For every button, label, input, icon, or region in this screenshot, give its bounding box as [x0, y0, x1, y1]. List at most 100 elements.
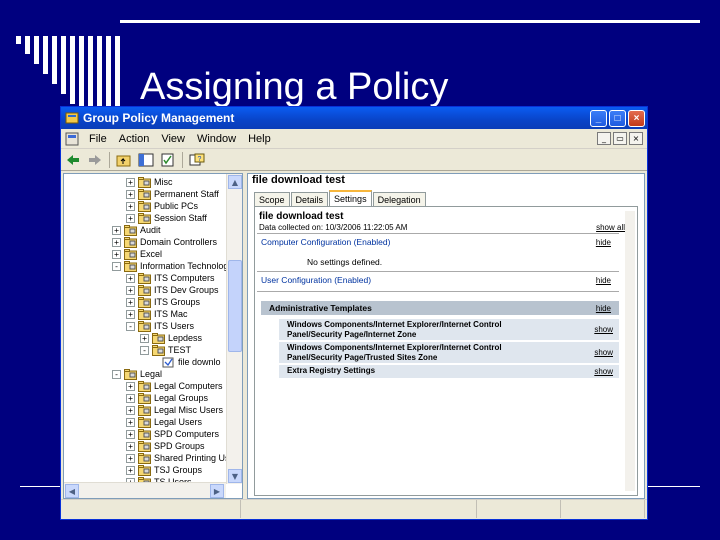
menu-file[interactable]: File	[83, 133, 113, 145]
tree-item[interactable]: + Audit	[112, 224, 161, 236]
tree-item[interactable]: + Shared Printing Users	[126, 452, 242, 464]
toolbar: ?	[61, 149, 647, 171]
collapse-icon[interactable]: -	[112, 369, 121, 379]
help-icon[interactable]: ?	[189, 152, 205, 168]
menu-action[interactable]: Action	[113, 133, 156, 145]
expand-icon[interactable]: +	[126, 201, 135, 211]
expand-icon[interactable]: +	[126, 405, 135, 415]
organizational-unit-icon	[138, 308, 151, 320]
tree-item[interactable]: + Excel	[112, 248, 162, 260]
tree-item[interactable]: + Misc	[126, 176, 173, 188]
expand-icon[interactable]: +	[126, 429, 135, 439]
expand-icon[interactable]: +	[126, 453, 135, 463]
no-settings-text: No settings defined.	[307, 257, 383, 267]
tree-item[interactable]: + Permanent Staff	[126, 188, 219, 200]
tree-vertical-scrollbar[interactable]: ▲ ▼	[226, 174, 242, 484]
mdi-minimize-icon[interactable]: _	[597, 132, 611, 145]
expand-icon[interactable]: +	[126, 465, 135, 475]
expand-icon[interactable]: +	[112, 237, 121, 247]
expand-icon[interactable]: +	[140, 333, 149, 343]
console-icon[interactable]	[65, 132, 79, 146]
tree-item[interactable]: + ITS Computers	[126, 272, 215, 284]
show-hide-tree-icon[interactable]	[138, 152, 154, 168]
tree-item[interactable]: - Information Technology	[112, 260, 233, 272]
maximize-button[interactable]: □	[609, 109, 626, 127]
tree-item-label: Legal Computers	[154, 381, 223, 391]
scroll-up-icon[interactable]: ▲	[228, 175, 242, 189]
policy-item-show-link[interactable]: show	[594, 325, 613, 334]
back-arrow-icon[interactable]	[65, 152, 81, 168]
scroll-thumb[interactable]	[228, 260, 242, 352]
expand-icon[interactable]: +	[126, 213, 135, 223]
collapse-icon[interactable]: -	[140, 345, 149, 355]
report-scrollbar[interactable]	[625, 211, 635, 491]
tab-settings[interactable]: Settings	[329, 190, 372, 206]
scroll-right-icon[interactable]: ▶	[210, 484, 224, 498]
menu-window[interactable]: Window	[191, 133, 242, 145]
user-config-hide-link[interactable]: hide	[596, 276, 611, 285]
up-folder-icon[interactable]	[116, 152, 132, 168]
minimize-button[interactable]: _	[590, 109, 607, 127]
show-all-link[interactable]: show all	[596, 223, 625, 232]
console-tree[interactable]: + Misc + Permanent Staff + Public PCs + Session…	[63, 173, 243, 499]
expand-icon[interactable]: +	[112, 225, 121, 235]
organizational-unit-icon	[138, 404, 151, 416]
forward-arrow-icon[interactable]	[87, 152, 103, 168]
tree-item[interactable]: + Public PCs	[126, 200, 198, 212]
tree-item[interactable]: + SPD Computers	[126, 428, 219, 440]
tree-item[interactable]: - ITS Users	[126, 320, 194, 332]
tree-item[interactable]: - Legal	[112, 368, 162, 380]
admin-templates-hide-link[interactable]: hide	[596, 304, 611, 313]
organizational-unit-icon	[138, 188, 151, 200]
close-button[interactable]: ×	[628, 109, 645, 127]
tree-item[interactable]: + SPD Groups	[126, 440, 205, 452]
expand-icon[interactable]: +	[126, 417, 135, 427]
expand-icon[interactable]: +	[126, 393, 135, 403]
status-panel	[561, 500, 645, 518]
tree-item[interactable]: + ITS Mac	[126, 308, 188, 320]
expand-icon[interactable]: +	[126, 381, 135, 391]
menu-view[interactable]: View	[155, 133, 191, 145]
menu-help[interactable]: Help	[242, 133, 277, 145]
tree-item[interactable]: + Domain Controllers	[112, 236, 217, 248]
scroll-left-icon[interactable]: ◀	[65, 484, 79, 498]
tree-horizontal-scrollbar[interactable]: ◀ ▶	[64, 482, 226, 498]
tree-item[interactable]: + TSJ Groups	[126, 464, 202, 476]
policy-item-show-link[interactable]: show	[594, 367, 613, 376]
expand-icon[interactable]: +	[126, 285, 135, 295]
expand-icon[interactable]: +	[112, 249, 121, 259]
tree-item[interactable]: + Legal Users	[126, 416, 202, 428]
collapse-icon[interactable]: -	[126, 321, 135, 331]
tree-item[interactable]: + ITS Dev Groups	[126, 284, 219, 296]
policy-item-show-link[interactable]: show	[594, 348, 613, 357]
scroll-down-icon[interactable]: ▼	[228, 469, 242, 483]
tree-item[interactable]: + ITS Groups	[126, 296, 200, 308]
tree-item-label: Legal Users	[154, 417, 203, 427]
tree-item[interactable]: + Legal Computers	[126, 380, 223, 392]
expand-icon[interactable]: +	[126, 177, 135, 187]
properties-icon[interactable]	[160, 152, 176, 168]
expand-icon[interactable]: +	[126, 189, 135, 199]
mdi-restore-icon[interactable]: ▭	[613, 132, 627, 145]
user-config-section: User Configuration (Enabled) hide	[257, 273, 619, 287]
computer-config-hide-link[interactable]: hide	[596, 238, 611, 247]
expand-icon[interactable]: +	[126, 297, 135, 307]
tab-delegation[interactable]: Delegation	[372, 192, 426, 206]
policy-item-label: Windows Components/Internet Explorer/Int…	[287, 343, 502, 362]
tab-scope[interactable]: Scope	[254, 192, 290, 206]
tab-details[interactable]: Details	[290, 192, 329, 206]
mdi-close-icon[interactable]: ×	[629, 132, 643, 145]
collapse-icon[interactable]: -	[112, 261, 121, 271]
title-bar[interactable]: Group Policy Management _ □ ×	[61, 107, 647, 129]
expand-icon[interactable]: +	[126, 309, 135, 319]
expand-icon[interactable]: +	[126, 441, 135, 451]
tree-item[interactable]: + Legal Misc Users	[126, 404, 223, 416]
tree-item[interactable]: - TEST	[140, 344, 191, 356]
tree-item[interactable]: + Legal Groups	[126, 392, 208, 404]
expand-icon[interactable]: +	[126, 273, 135, 283]
tree-item[interactable]: + Session Staff	[126, 212, 207, 224]
organizational-unit-icon	[138, 428, 151, 440]
tree-item[interactable]: + Lepdess	[140, 332, 202, 344]
organizational-unit-icon	[138, 200, 151, 212]
tree-item[interactable]: file downlo	[162, 356, 221, 368]
